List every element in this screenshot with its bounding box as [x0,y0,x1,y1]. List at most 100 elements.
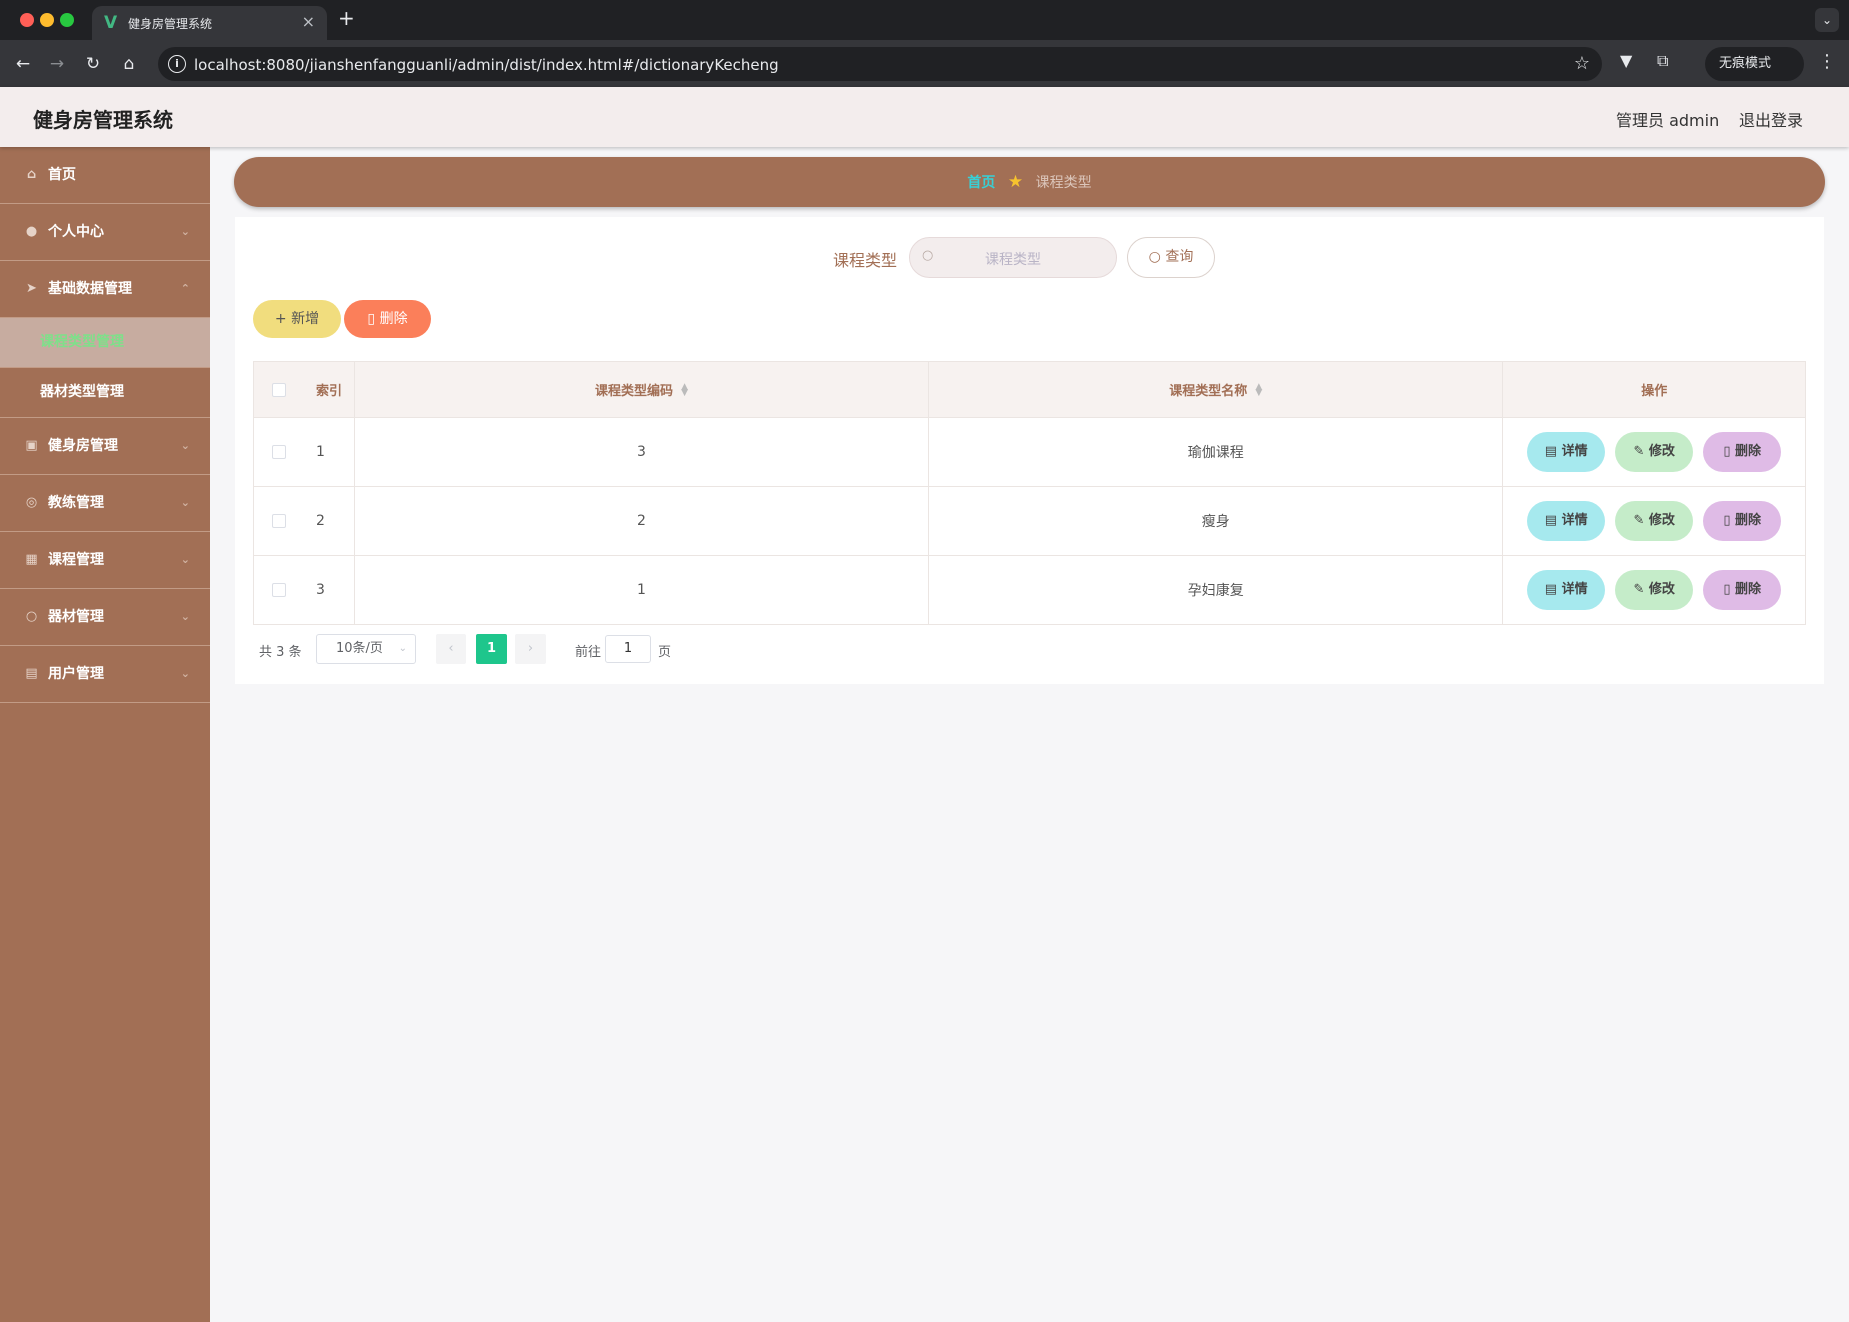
edit-button[interactable]: ✎ 修改 [1615,501,1694,541]
row-checkbox[interactable] [271,514,286,528]
chevron-down-icon: ⌄ [180,439,190,452]
tab-search-button[interactable]: ⌄ [1815,8,1839,32]
table-row: 2 2 瘦身 ▤ 详情 ✎ 修改 ▯ 删除 [254,486,1805,555]
page-size-value: 10条/页 [336,641,383,656]
add-button-label: 新增 [291,311,320,327]
url-text[interactable]: localhost:8080/jianshenfangguanli/admin/… [194,56,779,74]
row-check-cell [254,418,304,486]
box-icon: ▣ [25,438,38,453]
detail-button[interactable]: ▤ 详情 [1527,432,1606,472]
site-info-icon[interactable]: i [168,55,186,73]
detail-button[interactable]: ▤ 详情 [1527,501,1606,541]
back-icon[interactable]: ← [10,51,36,77]
chevron-down-icon: ⌄ [180,496,190,509]
sidebar-item-gym[interactable]: ▣ 健身房管理 ⌄ [0,418,210,475]
prev-page-button[interactable]: ‹ [436,634,466,664]
header-check-cell [254,362,304,417]
cell-ops: ▤ 详情 ✎ 修改 ▯ 删除 [1503,418,1805,486]
row-check-cell [254,556,304,624]
sidebar-subitem-equipment-type[interactable]: 器材类型管理 [0,368,210,418]
sidebar-item-home[interactable]: ⌂ 首页 [0,147,210,204]
pagination-total: 共 3 条 [259,645,302,660]
power-icon: ○ [25,609,38,624]
app-header: 健身房管理系统 管理员 admin 退出登录 [0,87,1849,147]
logout-link[interactable]: 退出登录 [1739,107,1803,131]
chevron-down-icon: ⌄ [180,610,190,623]
row-checkbox[interactable] [271,445,286,459]
address-bar[interactable]: i localhost:8080/jianshenfangguanli/admi… [158,47,1602,81]
incognito-badge[interactable]: 无痕模式 [1705,47,1804,81]
trash-icon: ▯ [1723,444,1736,459]
sidebar-item-label: 器材管理 [48,609,104,625]
select-all-checkbox[interactable] [271,382,286,397]
sidebar-item-label: 首页 [48,167,76,183]
breadcrumb-home-link[interactable]: 首页 [967,175,995,191]
window-minimize-button[interactable] [40,13,54,27]
tab-close-icon[interactable]: × [302,13,315,31]
edit-button[interactable]: ✎ 修改 [1615,570,1694,610]
edit-button[interactable]: ✎ 修改 [1615,432,1694,472]
table-header-row: 索引 课程类型编码 ▲ ▼ 课程类型名称 ▲ ▼ 操作 [254,362,1805,417]
sidebar-item-users[interactable]: ▤ 用户管理 ⌄ [0,646,210,703]
home-icon[interactable]: ⌂ [116,51,142,77]
sort-icon[interactable]: ▲ ▼ [681,382,688,397]
plus-icon: + [274,311,287,327]
extensions-icon[interactable]: ⧉ [1657,51,1668,71]
page-number-button[interactable]: 1 [476,634,507,664]
browser-toolbar: ← → ↻ ⌂ i localhost:8080/jianshenfanggua… [0,40,1849,87]
edit-button-label: 修改 [1648,582,1675,597]
delete-button[interactable]: ▯ 删除 [1703,570,1782,610]
bookmark-star-icon[interactable]: ☆ [1574,53,1590,74]
delete-button-label: 删除 [1735,444,1762,459]
add-button[interactable]: + 新增 [253,300,341,338]
compass-icon: ◎ [25,495,38,510]
window-maximize-button[interactable] [60,13,74,27]
page-size-select[interactable]: 10条/页 ⌄ [316,634,416,664]
column-header-name[interactable]: 课程类型名称 ▲ ▼ [929,362,1504,417]
detail-button[interactable]: ▤ 详情 [1527,570,1606,610]
page-unit-label: 页 [658,645,672,660]
sidebar-item-label: 个人中心 [48,224,104,240]
browser-tab[interactable]: V 健身房管理系统 × [92,6,327,40]
row-check-cell [254,487,304,555]
current-user-label: 管理员 admin [1616,111,1720,130]
sidebar-item-course[interactable]: ▦ 课程管理 ⌄ [0,532,210,589]
query-button[interactable]: ○ 查询 [1127,237,1215,278]
cell-ops: ▤ 详情 ✎ 修改 ▯ 删除 [1503,556,1805,624]
sort-icon[interactable]: ▲ ▼ [1255,382,1262,397]
course-type-table: 索引 课程类型编码 ▲ ▼ 课程类型名称 ▲ ▼ 操作 1 3 瑜伽课程 ▤ 详情 … [253,361,1806,625]
grid-icon: ▦ [25,552,38,567]
new-tab-button[interactable]: + [338,6,355,30]
browser-menu-icon[interactable]: ⋮ [1818,51,1836,72]
home-icon: ⌂ [26,167,37,182]
trash-icon: ▯ [367,311,376,327]
reload-icon[interactable]: ↻ [80,51,106,77]
sidebar-subitem-course-type[interactable]: 课程类型管理 [0,318,210,368]
delete-button[interactable]: ▯ 删除 [1703,432,1782,472]
cell-code: 3 [355,418,930,486]
column-header-code[interactable]: 课程类型编码 ▲ ▼ [355,362,930,417]
chevron-down-icon: ⌄ [180,225,190,238]
goto-page-input[interactable]: 1 [605,635,651,663]
sidebar-item-coach[interactable]: ◎ 教练管理 ⌄ [0,475,210,532]
delete-button[interactable]: ▯ 删除 [1703,501,1782,541]
sidebar: ⌂ 首页 ● 个人中心 ⌄ ➤ 基础数据管理 ⌃ 课程类型管理 器材类型管理 ▣… [0,147,210,1322]
window-close-button[interactable] [20,13,34,27]
batch-delete-button[interactable]: ▯ 删除 [344,300,431,338]
trash-icon: ▯ [1723,513,1736,528]
pagination: 共 3 条 10条/页 ⌄ ‹ 1 › 前往 1 页 [253,634,753,664]
sidebar-item-equipment[interactable]: ○ 器材管理 ⌄ [0,589,210,646]
sidebar-item-label: 健身房管理 [48,438,118,454]
forward-icon[interactable]: → [44,51,70,77]
course-type-search-input[interactable]: ○ 课程类型 [909,237,1117,278]
next-page-button[interactable]: › [515,634,546,664]
cell-code: 2 [355,487,930,555]
sidebar-item-base-data[interactable]: ➤ 基础数据管理 ⌃ [0,261,210,318]
row-checkbox[interactable] [271,583,286,597]
sidebar-item-profile[interactable]: ● 个人中心 ⌄ [0,204,210,261]
cell-index: 3 [304,556,355,624]
vue-devtools-icon[interactable]: ▼ [1620,51,1632,70]
sidebar-item-label: 教练管理 [48,495,104,511]
vue-logo-icon: V [104,13,118,33]
breadcrumb: 首页 ★ 课程类型 [234,157,1825,207]
